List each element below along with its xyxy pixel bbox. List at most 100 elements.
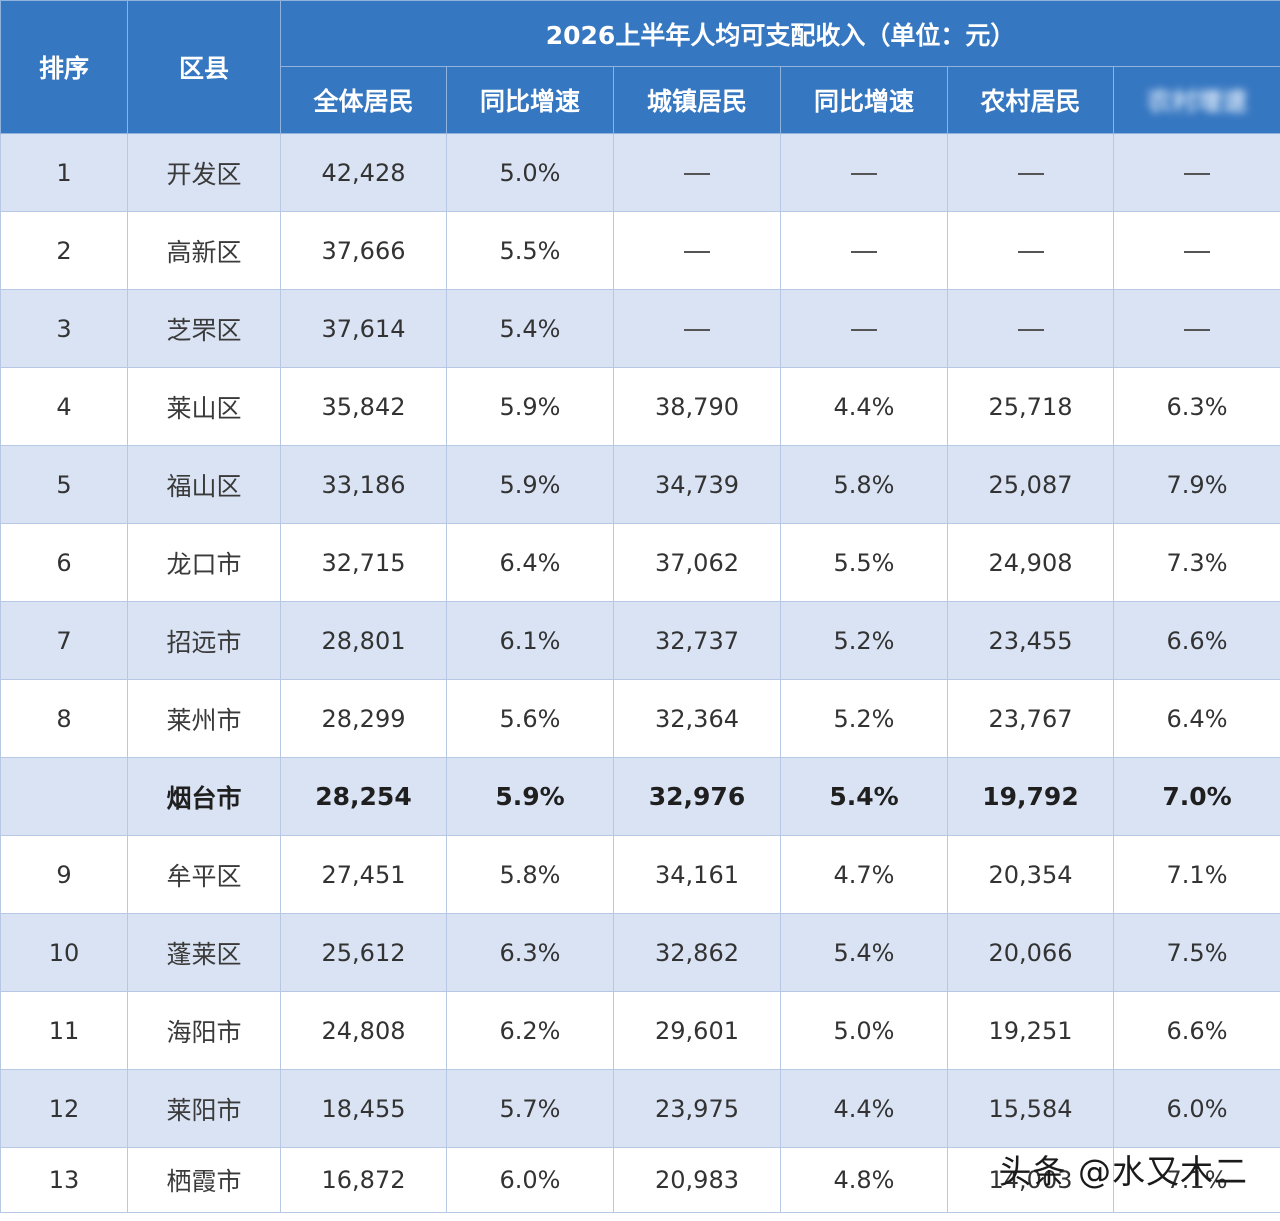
rank-cell: 5 bbox=[0, 445, 128, 524]
rural-income-cell: 25,087 bbox=[947, 445, 1114, 524]
all-income-cell-text: 35,842 bbox=[321, 392, 406, 421]
urban-income-cell: 32,737 bbox=[613, 601, 781, 680]
all-growth-cell-text: 6.4% bbox=[499, 548, 561, 577]
district-name-cell: 莱州市 bbox=[127, 679, 281, 758]
urban-income-cell: 29,601 bbox=[613, 991, 781, 1070]
table-row: 11 海阳市 24,808 6.2% 29,601 5.0% 19,251 6.6% bbox=[0, 991, 1280, 1070]
urban-income-cell-text: 32,364 bbox=[655, 704, 739, 733]
watermark: 头条 @水又木二 bbox=[998, 1152, 1248, 1191]
urban-income-cell bbox=[613, 211, 781, 290]
district-name-cell: 福山区 bbox=[127, 445, 281, 524]
rank-cell: 6 bbox=[0, 523, 128, 602]
urban-growth-cell: 4.4% bbox=[780, 1069, 948, 1148]
table-header: 排序 区县 2026上半年人均可支配收入（单位：元） 全体居民 同比增速 城镇居… bbox=[0, 0, 1280, 134]
rural-growth-cell-text: 6.4% bbox=[1166, 704, 1228, 733]
district-name-cell-text: 招远市 bbox=[166, 627, 242, 657]
all-income-cell-text: 24,808 bbox=[321, 1016, 406, 1045]
urban-income-cell-text: 34,739 bbox=[655, 470, 739, 499]
rural-income-cell-text: 25,718 bbox=[988, 392, 1073, 421]
all-growth-cell: 5.9% bbox=[446, 367, 614, 446]
all-growth-cell-text: 5.9% bbox=[499, 470, 561, 499]
urban-growth-cell-text: 5.2% bbox=[833, 626, 895, 655]
district-name-cell-text: 栖霞市 bbox=[166, 1167, 242, 1196]
all-growth-cell-text: 5.8% bbox=[499, 860, 561, 889]
table-row: 3 芝罘区 37,614 5.4% bbox=[0, 289, 1280, 368]
rural-growth-cell-text: 7.9% bbox=[1166, 470, 1228, 499]
income-table: 排序 区县 2026上半年人均可支配收入（单位：元） 全体居民 同比增速 城镇居… bbox=[0, 0, 1280, 1213]
rank-cell-text: 3 bbox=[56, 314, 72, 343]
all-growth-cell: 6.3% bbox=[446, 913, 614, 992]
district-name-cell-text: 开发区 bbox=[166, 159, 242, 189]
urban-growth-cell-text: 5.4% bbox=[829, 782, 899, 811]
all-income-cell: 28,254 bbox=[280, 757, 447, 836]
rank-cell-text: 4 bbox=[56, 392, 72, 421]
rank-cell: 3 bbox=[0, 289, 128, 368]
all-income-cell-text: 37,614 bbox=[321, 314, 406, 343]
dash-mark bbox=[1184, 328, 1211, 331]
all-income-cell-text: 28,801 bbox=[321, 626, 406, 655]
district-name-cell-text: 高新区 bbox=[166, 237, 242, 267]
table-body: 1 开发区 42,428 5.0% 2 高新区 37,666 5.5% 3 芝罘区 37,614 5.… bbox=[0, 133, 1280, 1213]
urban-growth-cell: 5.5% bbox=[780, 523, 948, 602]
all-income-cell: 32,715 bbox=[280, 523, 447, 602]
urban-income-cell-text: 32,737 bbox=[655, 626, 739, 655]
rank-cell: 11 bbox=[0, 991, 128, 1070]
all-growth-cell: 6.1% bbox=[446, 601, 614, 680]
rank-cell: 12 bbox=[0, 1069, 128, 1148]
rural-income-cell: 19,251 bbox=[947, 991, 1114, 1070]
rank-cell-text: 1 bbox=[56, 158, 72, 187]
all-income-cell-text: 18,455 bbox=[321, 1094, 406, 1123]
district-name-cell-text: 海阳市 bbox=[166, 1017, 242, 1047]
urban-growth-cell bbox=[780, 133, 948, 212]
rural-growth-cell: 7.3% bbox=[1112, 523, 1280, 602]
urban-income-cell: 23,975 bbox=[613, 1069, 781, 1148]
all-income-cell: 42,428 bbox=[280, 133, 447, 212]
table-row: 12 莱阳市 18,455 5.7% 23,975 4.4% 15,584 6.0% bbox=[0, 1069, 1280, 1148]
rural-income-cell: 20,354 bbox=[947, 835, 1114, 914]
rank-cell-text: 5 bbox=[56, 470, 72, 499]
rural-income-cell-text: 19,792 bbox=[982, 782, 1079, 811]
rural-growth-cell-text: 7.0% bbox=[1162, 782, 1232, 811]
all-income-cell: 35,842 bbox=[280, 367, 447, 446]
all-income-cell: 33,186 bbox=[280, 445, 447, 524]
urban-income-cell: 34,161 bbox=[613, 835, 781, 914]
dash-mark bbox=[851, 328, 877, 331]
rank-cell: 2 bbox=[0, 211, 128, 290]
district-name-cell-text: 烟台市 bbox=[166, 783, 242, 813]
rural-growth-cell-text: 6.3% bbox=[1166, 392, 1228, 421]
rural-growth-cell-text: 7.5% bbox=[1166, 938, 1228, 967]
district-name-cell-text: 莱山区 bbox=[166, 393, 242, 423]
rank-cell-text: 6 bbox=[56, 548, 72, 577]
all-income-cell: 24,808 bbox=[280, 991, 447, 1070]
dash-mark bbox=[1184, 250, 1211, 253]
all-growth-cell-text: 5.0% bbox=[499, 158, 561, 187]
urban-growth-cell: 5.8% bbox=[780, 445, 948, 524]
rank-cell-text: 7 bbox=[56, 626, 72, 655]
district-name-cell: 莱阳市 bbox=[127, 1069, 281, 1148]
district-name-cell: 海阳市 bbox=[127, 991, 281, 1070]
district-name-cell: 牟平区 bbox=[127, 835, 281, 914]
rural-income-cell bbox=[947, 211, 1114, 290]
rural-income-cell-text: 15,584 bbox=[988, 1094, 1073, 1123]
district-name-cell: 招远市 bbox=[127, 601, 281, 680]
rural-income-cell: 19,792 bbox=[947, 757, 1114, 836]
rural-income-cell: 23,767 bbox=[947, 679, 1114, 758]
urban-growth-cell bbox=[780, 211, 948, 290]
all-growth-cell: 6.0% bbox=[446, 1147, 614, 1213]
urban-income-cell: 38,790 bbox=[613, 367, 781, 446]
rural-income-cell-text: 25,087 bbox=[988, 470, 1073, 499]
urban-income-cell: 32,862 bbox=[613, 913, 781, 992]
urban-growth-cell: 5.4% bbox=[780, 757, 948, 836]
urban-income-cell-text: 32,862 bbox=[655, 938, 739, 967]
all-income-cell: 27,451 bbox=[280, 835, 447, 914]
district-name-cell: 开发区 bbox=[127, 133, 281, 212]
rank-cell-text: 8 bbox=[56, 704, 72, 733]
all-income-cell-text: 32,715 bbox=[321, 548, 406, 577]
district-name-cell-text: 莱阳市 bbox=[166, 1095, 242, 1125]
urban-growth-cell: 4.4% bbox=[780, 367, 948, 446]
table-row: 6 龙口市 32,715 6.4% 37,062 5.5% 24,908 7.3% bbox=[0, 523, 1280, 602]
all-income-cell: 28,801 bbox=[280, 601, 447, 680]
rural-growth-cell: 7.1% bbox=[1112, 835, 1280, 914]
urban-growth-cell: 5.4% bbox=[780, 913, 948, 992]
rural-growth-cell: 6.6% bbox=[1112, 991, 1280, 1070]
